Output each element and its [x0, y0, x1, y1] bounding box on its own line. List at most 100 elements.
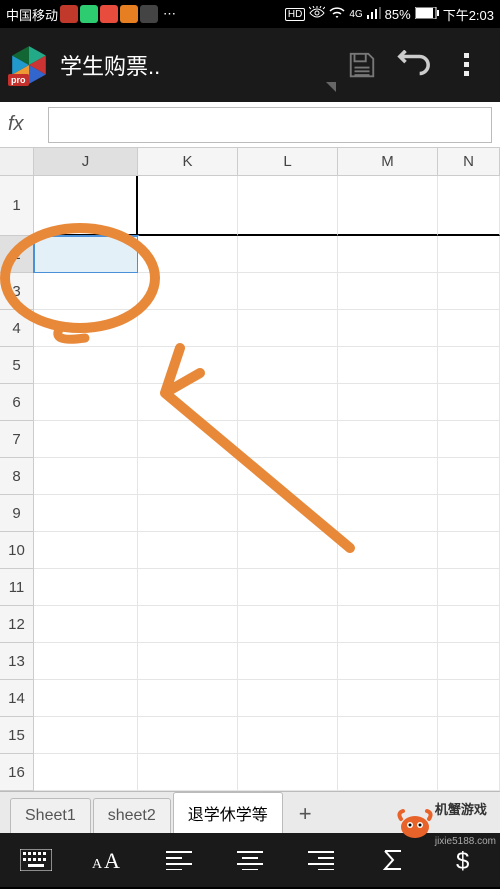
cell[interactable] — [438, 532, 500, 569]
align-right-button[interactable] — [301, 840, 341, 880]
cell[interactable] — [338, 754, 438, 791]
cell[interactable] — [338, 458, 438, 495]
cell[interactable] — [34, 273, 138, 310]
row-header-8[interactable]: 8 — [0, 458, 34, 495]
cell[interactable] — [338, 680, 438, 717]
cell[interactable] — [438, 680, 500, 717]
row-header-5[interactable]: 5 — [0, 347, 34, 384]
row-header-12[interactable]: 12 — [0, 606, 34, 643]
row-header-1[interactable]: 1 — [0, 176, 34, 236]
cell[interactable] — [34, 421, 138, 458]
spreadsheet-grid[interactable]: J K L M N 1 2 3 4 5 6 7 8 9 10 11 12 13 … — [0, 148, 500, 791]
cell[interactable] — [438, 495, 500, 532]
row-header-7[interactable]: 7 — [0, 421, 34, 458]
cell[interactable] — [34, 569, 138, 606]
cell[interactable] — [338, 569, 438, 606]
select-all-corner[interactable] — [0, 148, 34, 176]
cell[interactable] — [438, 236, 500, 273]
cell[interactable] — [138, 236, 238, 273]
row-header-13[interactable]: 13 — [0, 643, 34, 680]
row-header-6[interactable]: 6 — [0, 384, 34, 421]
col-header-J[interactable]: J — [34, 148, 138, 176]
cell[interactable] — [438, 458, 500, 495]
align-center-button[interactable] — [230, 840, 270, 880]
cell[interactable] — [34, 643, 138, 680]
tab-sheet2[interactable]: sheet2 — [93, 798, 171, 833]
cell[interactable] — [138, 458, 238, 495]
cell[interactable] — [438, 347, 500, 384]
cell[interactable] — [438, 569, 500, 606]
cell[interactable] — [138, 680, 238, 717]
dropdown-indicator-icon[interactable] — [326, 82, 336, 92]
col-header-M[interactable]: M — [338, 148, 438, 176]
cell[interactable] — [34, 606, 138, 643]
cell[interactable] — [238, 643, 338, 680]
cell[interactable] — [438, 273, 500, 310]
row-header-2[interactable]: 2 — [0, 236, 34, 273]
cell[interactable] — [34, 495, 138, 532]
cell[interactable] — [34, 717, 138, 754]
row-header-11[interactable]: 11 — [0, 569, 34, 606]
cell[interactable] — [338, 384, 438, 421]
cell[interactable] — [34, 384, 138, 421]
cell[interactable] — [238, 717, 338, 754]
cell[interactable] — [238, 680, 338, 717]
cell[interactable] — [138, 606, 238, 643]
cell[interactable] — [238, 347, 338, 384]
cell-selected[interactable] — [34, 236, 138, 273]
cell[interactable] — [338, 273, 438, 310]
cell[interactable] — [138, 421, 238, 458]
cell[interactable] — [34, 532, 138, 569]
cell[interactable] — [138, 273, 238, 310]
cell[interactable] — [138, 643, 238, 680]
cell[interactable] — [438, 606, 500, 643]
col-header-K[interactable]: K — [138, 148, 238, 176]
cell[interactable] — [338, 347, 438, 384]
cell[interactable] — [338, 532, 438, 569]
cell[interactable] — [438, 717, 500, 754]
cell[interactable] — [438, 421, 500, 458]
row-header-4[interactable]: 4 — [0, 310, 34, 347]
cell[interactable] — [34, 347, 138, 384]
cell[interactable] — [138, 310, 238, 347]
cell[interactable] — [238, 606, 338, 643]
cell[interactable] — [138, 347, 238, 384]
cell[interactable] — [238, 495, 338, 532]
row-header-9[interactable]: 9 — [0, 495, 34, 532]
cell[interactable] — [338, 310, 438, 347]
add-sheet-button[interactable]: + — [285, 795, 326, 833]
cell[interactable] — [138, 384, 238, 421]
cell[interactable] — [338, 495, 438, 532]
cell[interactable] — [138, 754, 238, 791]
cell[interactable] — [238, 310, 338, 347]
cell[interactable] — [138, 532, 238, 569]
cell[interactable] — [338, 643, 438, 680]
undo-button[interactable] — [394, 45, 434, 85]
cell[interactable] — [34, 458, 138, 495]
row-header-15[interactable]: 15 — [0, 717, 34, 754]
cell[interactable] — [34, 310, 138, 347]
tab-dropout[interactable]: 退学休学等 — [173, 792, 283, 833]
cell[interactable] — [238, 273, 338, 310]
document-title[interactable]: 学生购票.. — [60, 49, 322, 81]
cell[interactable] — [238, 176, 338, 236]
cell[interactable] — [338, 176, 438, 236]
cell[interactable] — [438, 384, 500, 421]
tab-sheet1[interactable]: Sheet1 — [10, 798, 91, 833]
row-header-3[interactable]: 3 — [0, 273, 34, 310]
cell[interactable] — [238, 532, 338, 569]
menu-button[interactable] — [446, 45, 486, 85]
keyboard-button[interactable] — [16, 840, 56, 880]
cell[interactable] — [238, 384, 338, 421]
cell[interactable] — [438, 310, 500, 347]
cell[interactable] — [338, 236, 438, 273]
cell[interactable] — [138, 176, 238, 236]
cell[interactable] — [338, 606, 438, 643]
cell[interactable] — [238, 569, 338, 606]
cell[interactable] — [138, 495, 238, 532]
cell[interactable] — [238, 421, 338, 458]
row-header-14[interactable]: 14 — [0, 680, 34, 717]
cell[interactable] — [438, 176, 500, 236]
formula-input[interactable] — [48, 107, 492, 143]
cell[interactable] — [338, 421, 438, 458]
